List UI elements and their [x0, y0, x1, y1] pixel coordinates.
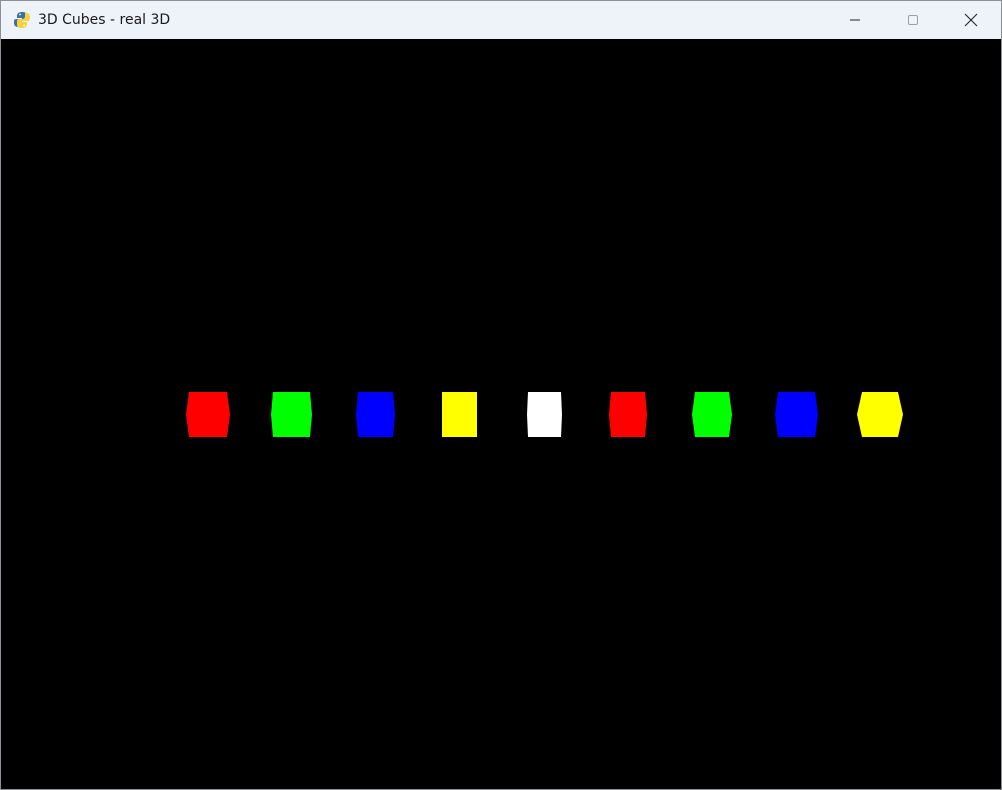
maximize-icon [908, 15, 918, 25]
cube-2 [271, 392, 312, 437]
cube-3 [356, 392, 395, 437]
minimize-button[interactable] [826, 1, 884, 39]
cube-1 [186, 392, 230, 437]
app-window: 3D Cubes - real 3D [0, 0, 1002, 790]
close-button[interactable] [942, 1, 1000, 39]
scene-svg [186, 392, 903, 437]
close-icon [964, 13, 978, 27]
cube-8 [775, 392, 818, 437]
render-canvas[interactable] [1, 39, 1001, 789]
cube-4 [442, 392, 477, 437]
cube-5 [527, 392, 562, 437]
cube-7 [692, 392, 732, 437]
maximize-button[interactable] [884, 1, 942, 39]
window-title: 3D Cubes - real 3D [38, 12, 171, 28]
cube-9 [857, 392, 903, 437]
cube-6 [609, 392, 647, 437]
python-snake-icon [14, 12, 30, 28]
title-bar[interactable]: 3D Cubes - real 3D [1, 1, 1001, 39]
minimize-icon [850, 19, 860, 21]
